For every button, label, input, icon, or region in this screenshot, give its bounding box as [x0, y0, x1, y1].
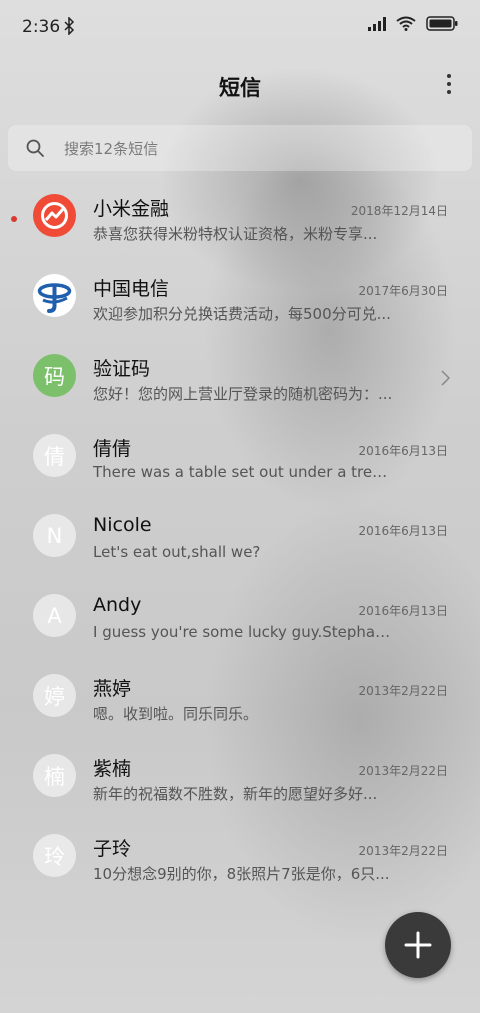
unread-indicator — [11, 216, 17, 222]
message-item[interactable]: 楠 紫楠 2013年2月22日 新年的祝福数不胜数，新年的愿望好多好... — [0, 730, 480, 810]
message-item[interactable]: 倩 倩倩 2016年6月13日 There was a table set ou… — [0, 410, 480, 490]
message-preview: I guess you're some lucky guy.Stephani..… — [93, 623, 393, 641]
message-preview: Let's eat out,shall we? — [93, 543, 261, 561]
message-date: 2013年2月22日 — [358, 764, 448, 778]
message-preview: 嗯。收到啦。同乐同乐。 — [93, 705, 259, 723]
sender-name: 子玲 — [93, 838, 132, 860]
avatar-letter: 倩 — [44, 444, 65, 469]
avatar: 码 — [33, 354, 76, 397]
avatar: 倩 — [33, 434, 76, 477]
message-preview: 10分想念9别的你，8张照片7张是你，6只... — [93, 865, 390, 883]
avatar — [33, 274, 76, 317]
message-item[interactable]: 小米金融 2018年12月14日 恭喜您获得米粉特权认证资格，米粉专享... — [0, 170, 480, 250]
message-item[interactable]: 中国电信 2017年6月30日 欢迎参加积分兑换话费活动，每500分可兑... — [0, 250, 480, 330]
avatar-letter: 码 — [44, 364, 65, 389]
message-preview: 新年的祝福数不胜数，新年的愿望好多好... — [93, 785, 378, 803]
avatar-letter: N — [46, 523, 63, 548]
search-icon — [26, 139, 44, 157]
avatar: N — [33, 514, 76, 557]
message-date: 2013年2月22日 — [358, 844, 448, 858]
bluetooth-icon — [64, 17, 75, 35]
mi-finance-logo-icon — [41, 202, 68, 229]
message-item[interactable]: 码 验证码 您好！您的网上营业厅登录的随机密码为：... — [0, 330, 480, 410]
sender-name: 紫楠 — [93, 758, 132, 780]
status-icons — [368, 16, 458, 31]
china-telecom-logo-icon — [37, 283, 72, 313]
message-date: 2016年6月13日 — [358, 604, 448, 618]
avatar: 楠 — [33, 754, 76, 797]
message-preview: There was a table set out under a tree i… — [93, 463, 393, 481]
message-item[interactable]: A Andy 2016年6月13日 I guess you're some lu… — [0, 570, 480, 650]
chevron-right-icon — [441, 370, 450, 386]
sender-name: 验证码 — [93, 358, 151, 380]
sender-name: Andy — [93, 594, 142, 616]
message-date: 2016年6月13日 — [358, 444, 448, 458]
message-date: 2013年2月22日 — [358, 684, 448, 698]
avatar-letter: 婷 — [44, 684, 65, 709]
more-vertical-icon[interactable] — [444, 72, 454, 96]
avatar-letter: A — [47, 603, 62, 628]
message-date: 2016年6月13日 — [358, 524, 448, 538]
avatar: A — [33, 594, 76, 637]
new-message-button[interactable] — [385, 912, 451, 978]
message-date: 2018年12月14日 — [350, 204, 448, 218]
message-list: 小米金融 2018年12月14日 恭喜您获得米粉特权认证资格，米粉专享... 中… — [0, 170, 480, 890]
plus-icon — [404, 931, 432, 959]
message-preview: 恭喜您获得米粉特权认证资格，米粉专享... — [93, 225, 378, 243]
header: 短信 — [0, 60, 480, 110]
avatar-letter: 玲 — [44, 844, 65, 869]
search-bar[interactable] — [8, 125, 472, 173]
sender-name: 倩倩 — [93, 438, 132, 460]
sender-name: 小米金融 — [93, 198, 170, 220]
sender-name: 中国电信 — [93, 278, 170, 300]
avatar-letter: 楠 — [44, 764, 65, 789]
wifi-icon — [396, 16, 416, 31]
message-item[interactable]: 玲 子玲 2013年2月22日 10分想念9别的你，8张照片7张是你，6只... — [0, 810, 480, 890]
sender-name: Nicole — [93, 514, 152, 536]
page-title: 短信 — [219, 76, 261, 100]
message-date: 2017年6月30日 — [358, 284, 448, 298]
status-time: 2:36 — [22, 17, 61, 37]
signal-icon — [368, 16, 386, 31]
status-bar: 2:36 — [0, 0, 480, 54]
sender-name: 燕婷 — [93, 678, 132, 700]
battery-icon — [426, 16, 458, 31]
message-item[interactable]: N Nicole 2016年6月13日 Let's eat out,shall … — [0, 490, 480, 570]
avatar: 婷 — [33, 674, 76, 717]
message-preview: 欢迎参加积分兑换话费活动，每500分可兑... — [93, 305, 391, 323]
avatar — [33, 194, 76, 237]
message-item[interactable]: 婷 燕婷 2013年2月22日 嗯。收到啦。同乐同乐。 — [0, 650, 480, 730]
message-preview: 您好！您的网上营业厅登录的随机密码为：... — [93, 385, 393, 403]
search-input[interactable] — [62, 125, 456, 173]
avatar: 玲 — [33, 834, 76, 877]
